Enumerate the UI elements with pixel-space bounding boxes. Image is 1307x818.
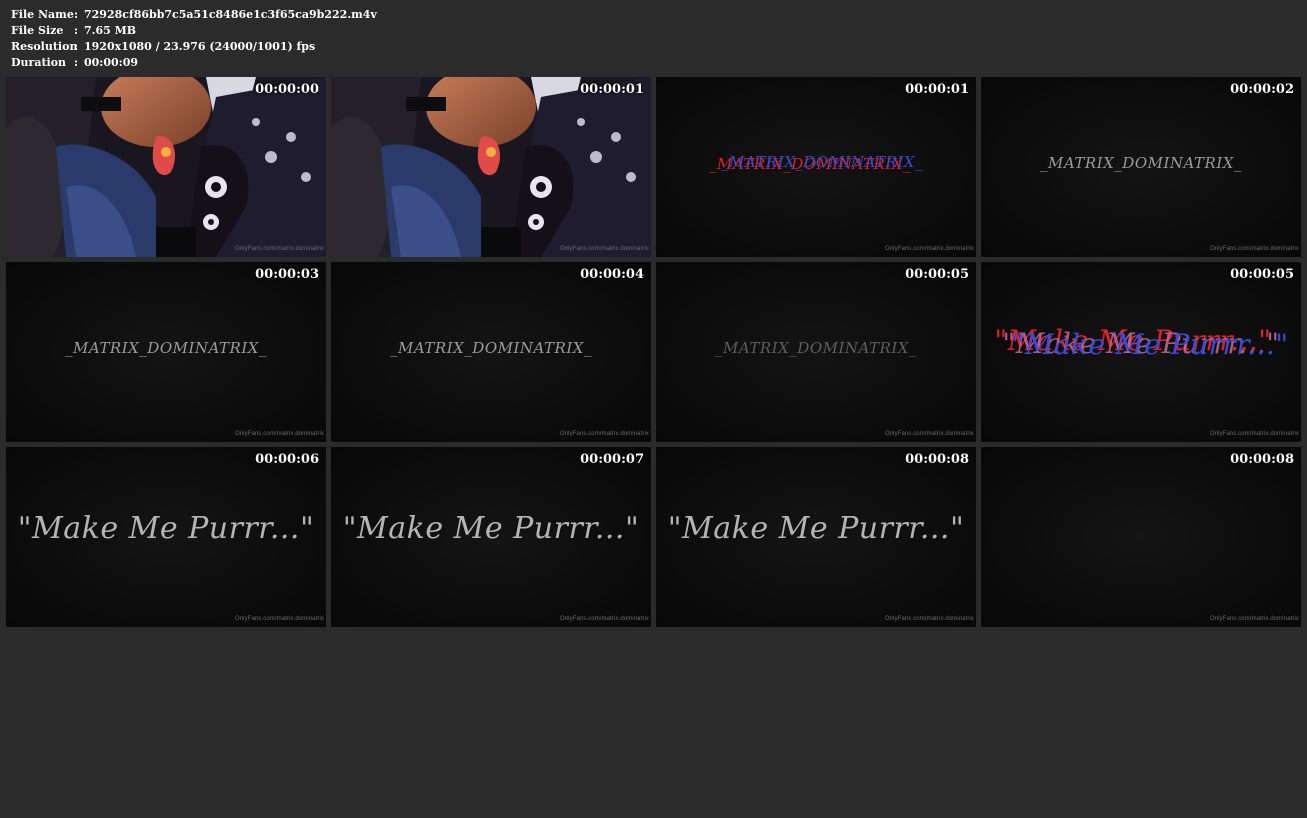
watermark: OnlyFans.com/matrix.dominatrix <box>559 616 649 622</box>
timestamp: 00:00:04 <box>580 267 644 282</box>
timestamp: 00:00:03 <box>255 267 319 282</box>
resolution-value: 1920x1080 / 23.976 (24000/1001) fps <box>84 40 316 53</box>
title-text-blue: _MATRIX_DOMINATRIX_ <box>721 153 923 171</box>
watermark: OnlyFans.com/matrix.dominatrix <box>884 431 974 437</box>
watermark: OnlyFans.com/matrix.dominatrix <box>1209 431 1299 437</box>
thumbnail-1[interactable]: 00:00:00 OnlyFans.com/matrix.dominatrix <box>6 77 326 257</box>
timestamp: 00:00:01 <box>580 82 644 97</box>
thumbnail-10[interactable]: "Make Me Purrr..." 00:00:07 OnlyFans.com… <box>331 447 651 627</box>
title-text: _MATRIX_DOMINATRIX_ <box>1040 154 1242 172</box>
watermark: OnlyFans.com/matrix.dominatrix <box>234 616 324 622</box>
watermark: OnlyFans.com/matrix.dominatrix <box>1209 616 1299 622</box>
watermark: OnlyFans.com/matrix.dominatrix <box>1209 246 1299 252</box>
title-text: _MATRIX_DOMINATRIX_ <box>65 339 267 357</box>
duration-label: Duration <box>11 56 67 69</box>
thumbnail-5[interactable]: _MATRIX_DOMINATRIX_ 00:00:03 OnlyFans.co… <box>6 262 326 442</box>
thumbnail-12[interactable]: 00:00:08 OnlyFans.com/matrix.dominatrix <box>981 447 1301 627</box>
thumbnail-2[interactable]: 00:00:01 OnlyFans.com/matrix.dominatrix <box>331 77 651 257</box>
thumbnail-6[interactable]: _MATRIX_DOMINATRIX_ 00:00:04 OnlyFans.co… <box>331 262 651 442</box>
duration-row: Duration : 00:00:09 <box>11 55 377 71</box>
title-text: _MATRIX_DOMINATRIX_ <box>715 339 917 357</box>
thumbnail-9[interactable]: "Make Me Purrr..." 00:00:06 OnlyFans.com… <box>6 447 326 627</box>
scene-image <box>331 77 651 257</box>
title-text: "Make Me Purrr..." <box>342 511 640 546</box>
duration-value: 00:00:09 <box>84 56 139 69</box>
timestamp: 00:00:05 <box>905 267 969 282</box>
resolution-row: Resolution : 1920x1080 / 23.976 (24000/1… <box>11 39 377 55</box>
file-name-label: File Name <box>11 8 74 21</box>
timestamp: 00:00:07 <box>580 452 644 467</box>
watermark: OnlyFans.com/matrix.dominatrix <box>234 246 324 252</box>
file-name-row: File Name : 72928cf86bb7c5a51c8486e1c3f6… <box>11 7 377 23</box>
timestamp: 00:00:06 <box>255 452 319 467</box>
timestamp: 00:00:00 <box>255 82 319 97</box>
timestamp: 00:00:02 <box>1230 82 1294 97</box>
title-text: _MATRIX_DOMINATRIX_ <box>390 339 592 357</box>
thumbnail-7[interactable]: _MATRIX_DOMINATRIX_ 00:00:05 OnlyFans.co… <box>656 262 976 442</box>
separator: : <box>74 8 79 21</box>
watermark: OnlyFans.com/matrix.dominatrix <box>884 616 974 622</box>
file-size-label: File Size <box>11 24 64 37</box>
watermark: OnlyFans.com/matrix.dominatrix <box>559 246 649 252</box>
title-text: "Make Me Purrr..." <box>667 511 965 546</box>
thumbnail-11[interactable]: "Make Me Purrr..." 00:00:08 OnlyFans.com… <box>656 447 976 627</box>
timestamp: 00:00:05 <box>1230 267 1294 282</box>
title-text: "Make Me Purrr..." <box>17 511 315 546</box>
timestamp: 00:00:08 <box>1230 452 1294 467</box>
watermark: OnlyFans.com/matrix.dominatrix <box>884 246 974 252</box>
separator: : <box>74 56 79 69</box>
file-size-value: 7.65 MB <box>84 24 137 37</box>
title-text-blue: "Make Me Purrr..." <box>1011 328 1289 361</box>
timestamp: 00:00:08 <box>905 452 969 467</box>
timestamp: 00:00:01 <box>905 82 969 97</box>
thumbnail-grid: 00:00:00 OnlyFans.com/matrix.dominatrix <box>6 77 1302 627</box>
resolution-label: Resolution <box>11 40 78 53</box>
separator: : <box>74 40 79 53</box>
separator: : <box>74 24 79 37</box>
file-size-row: File Size : 7.65 MB <box>11 23 377 39</box>
thumbnail-4[interactable]: _MATRIX_DOMINATRIX_ 00:00:02 OnlyFans.co… <box>981 77 1301 257</box>
thumbnail-3[interactable]: _MATRIX_DOMINATRIX_ _MATRIX_DOMINATRIX_ … <box>656 77 976 257</box>
file-info-header: File Name : 72928cf86bb7c5a51c8486e1c3f6… <box>11 7 377 71</box>
thumbnail-8[interactable]: "Make Me Purrr..." "Make Me Purrr..." "M… <box>981 262 1301 442</box>
watermark: OnlyFans.com/matrix.dominatrix <box>559 431 649 437</box>
file-name-value: 72928cf86bb7c5a51c8486e1c3f65ca9b222.m4v <box>84 8 377 21</box>
scene-image <box>6 77 326 257</box>
watermark: OnlyFans.com/matrix.dominatrix <box>234 431 324 437</box>
